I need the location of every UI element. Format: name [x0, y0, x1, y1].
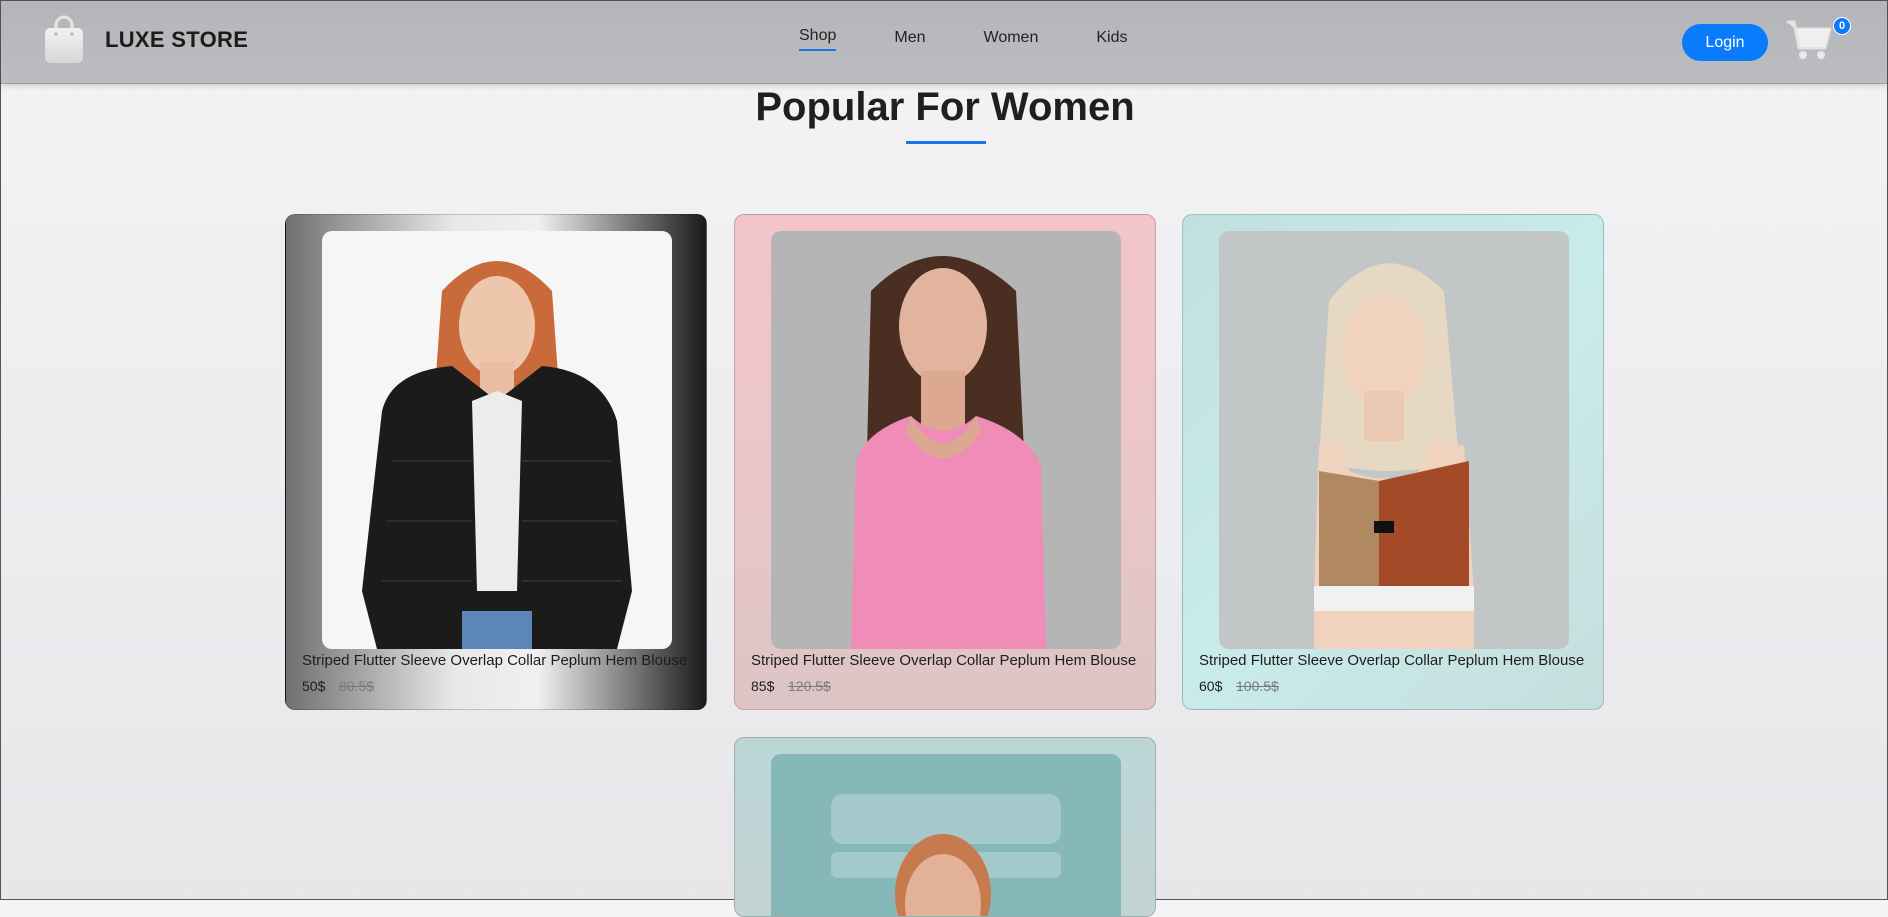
- product-price: 50$: [302, 678, 326, 694]
- cart-icon[interactable]: [1785, 18, 1833, 62]
- product-price: 85$: [751, 678, 775, 694]
- brand-name: LUXE STORE: [105, 27, 249, 52]
- menu-item-women[interactable]: Women: [984, 29, 1039, 47]
- shopping-bag-icon: [45, 15, 83, 63]
- product-name[interactable]: Striped Flutter Sleeve Overlap Collar Pe…: [302, 652, 687, 669]
- product-image[interactable]: [1219, 231, 1569, 649]
- login-button[interactable]: Login: [1682, 24, 1768, 61]
- title-underline: [906, 141, 986, 144]
- woman-black-fur-jacket-image: [322, 231, 672, 649]
- product-name[interactable]: Striped Flutter Sleeve Overlap Collar Pe…: [1199, 652, 1584, 669]
- woman-pink-top-image: [771, 231, 1121, 649]
- main-menu: Shop Men Women Kids: [799, 27, 1185, 51]
- product-card[interactable]: Striped Flutter Sleeve Overlap Collar Pe…: [734, 214, 1156, 710]
- section-title: Popular For Women: [755, 85, 1135, 129]
- product-card[interactable]: Striped Flutter Sleeve Overlap Collar Pe…: [285, 214, 707, 710]
- product-image[interactable]: [771, 231, 1121, 649]
- cart-count-badge: 0: [1833, 17, 1851, 35]
- product-image[interactable]: [771, 754, 1121, 916]
- product-old-price: 80.5$: [339, 678, 375, 694]
- woman-sport-crop-top-image: [1219, 231, 1569, 649]
- product-card[interactable]: Striped Flutter Sleeve Overlap Collar Pe…: [1182, 214, 1604, 710]
- product-old-price: 100.5$: [1236, 678, 1279, 694]
- product-image[interactable]: [322, 231, 672, 649]
- woman-partial-image: [771, 754, 1121, 916]
- product-price: 60$: [1199, 678, 1223, 694]
- product-old-price: 120.5$: [788, 678, 831, 694]
- menu-item-kids[interactable]: Kids: [1096, 29, 1127, 47]
- menu-item-men[interactable]: Men: [894, 29, 925, 47]
- menu-item-shop[interactable]: Shop: [799, 27, 837, 51]
- logo[interactable]: LUXE STORE: [43, 15, 248, 65]
- product-card[interactable]: [734, 737, 1156, 917]
- navbar: LUXE STORE Shop Men Women Kids Login 0: [1, 1, 1887, 84]
- product-name[interactable]: Striped Flutter Sleeve Overlap Collar Pe…: [751, 652, 1136, 669]
